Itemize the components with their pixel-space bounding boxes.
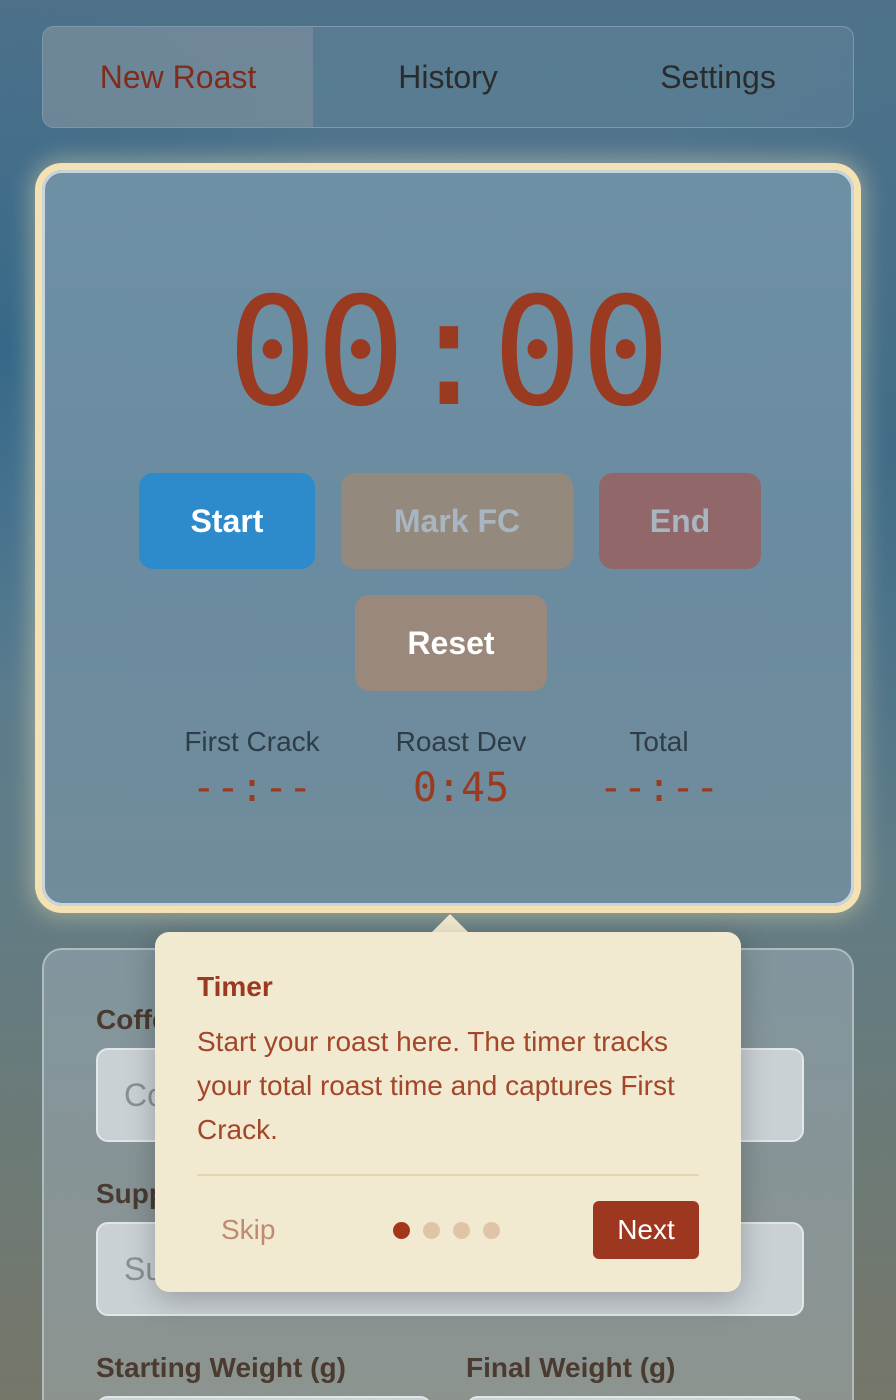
- final-weight-input[interactable]: [466, 1396, 804, 1400]
- tooltip-arrow: [432, 914, 468, 932]
- stat-roast-dev-label: Roast Dev: [395, 726, 527, 757]
- stat-roast-dev: Roast Dev 0:45: [351, 725, 571, 813]
- tab-new-roast[interactable]: New Roast: [43, 27, 313, 127]
- tour-progress-dots: [393, 1222, 500, 1239]
- tooltip-body: Start your roast here. The timer tracks …: [197, 1026, 675, 1145]
- progress-dot: [393, 1222, 410, 1239]
- stat-first-crack: First Crack --:--: [142, 725, 362, 813]
- progress-dot: [453, 1222, 470, 1239]
- stat-total-label: Total: [629, 726, 689, 757]
- tooltip-title: Timer: [197, 971, 273, 1002]
- final-weight-label: Final Weight (g): [466, 1352, 676, 1383]
- tab-bar: New Roast History Settings: [42, 26, 854, 128]
- mark-first-crack-button[interactable]: Mark FC: [341, 473, 573, 569]
- stat-first-crack-label: First Crack: [184, 726, 320, 757]
- onboarding-tooltip: Timer Start your roast here. The timer t…: [155, 932, 741, 1292]
- starting-weight-label: Starting Weight (g): [96, 1352, 346, 1383]
- stat-roast-dev-value: 0:45: [412, 765, 510, 811]
- progress-dot: [423, 1222, 440, 1239]
- starting-weight-input[interactable]: [96, 1396, 432, 1400]
- start-button[interactable]: Start: [139, 473, 315, 569]
- end-button[interactable]: End: [599, 473, 761, 569]
- stat-first-crack-value: --:--: [191, 765, 313, 811]
- tab-history[interactable]: History: [313, 27, 583, 127]
- stat-total: Total --:--: [549, 725, 769, 813]
- progress-dot: [483, 1222, 500, 1239]
- timer-card: 00:00 Start Mark FC End Reset First Crac…: [42, 170, 854, 906]
- stat-total-value: --:--: [598, 765, 720, 811]
- tooltip-divider: [197, 1174, 699, 1176]
- tab-settings[interactable]: Settings: [583, 27, 853, 127]
- timer-display: 00:00: [227, 266, 671, 440]
- next-button[interactable]: Next: [593, 1201, 699, 1259]
- reset-button[interactable]: Reset: [355, 595, 547, 691]
- skip-button[interactable]: Skip: [221, 1214, 275, 1246]
